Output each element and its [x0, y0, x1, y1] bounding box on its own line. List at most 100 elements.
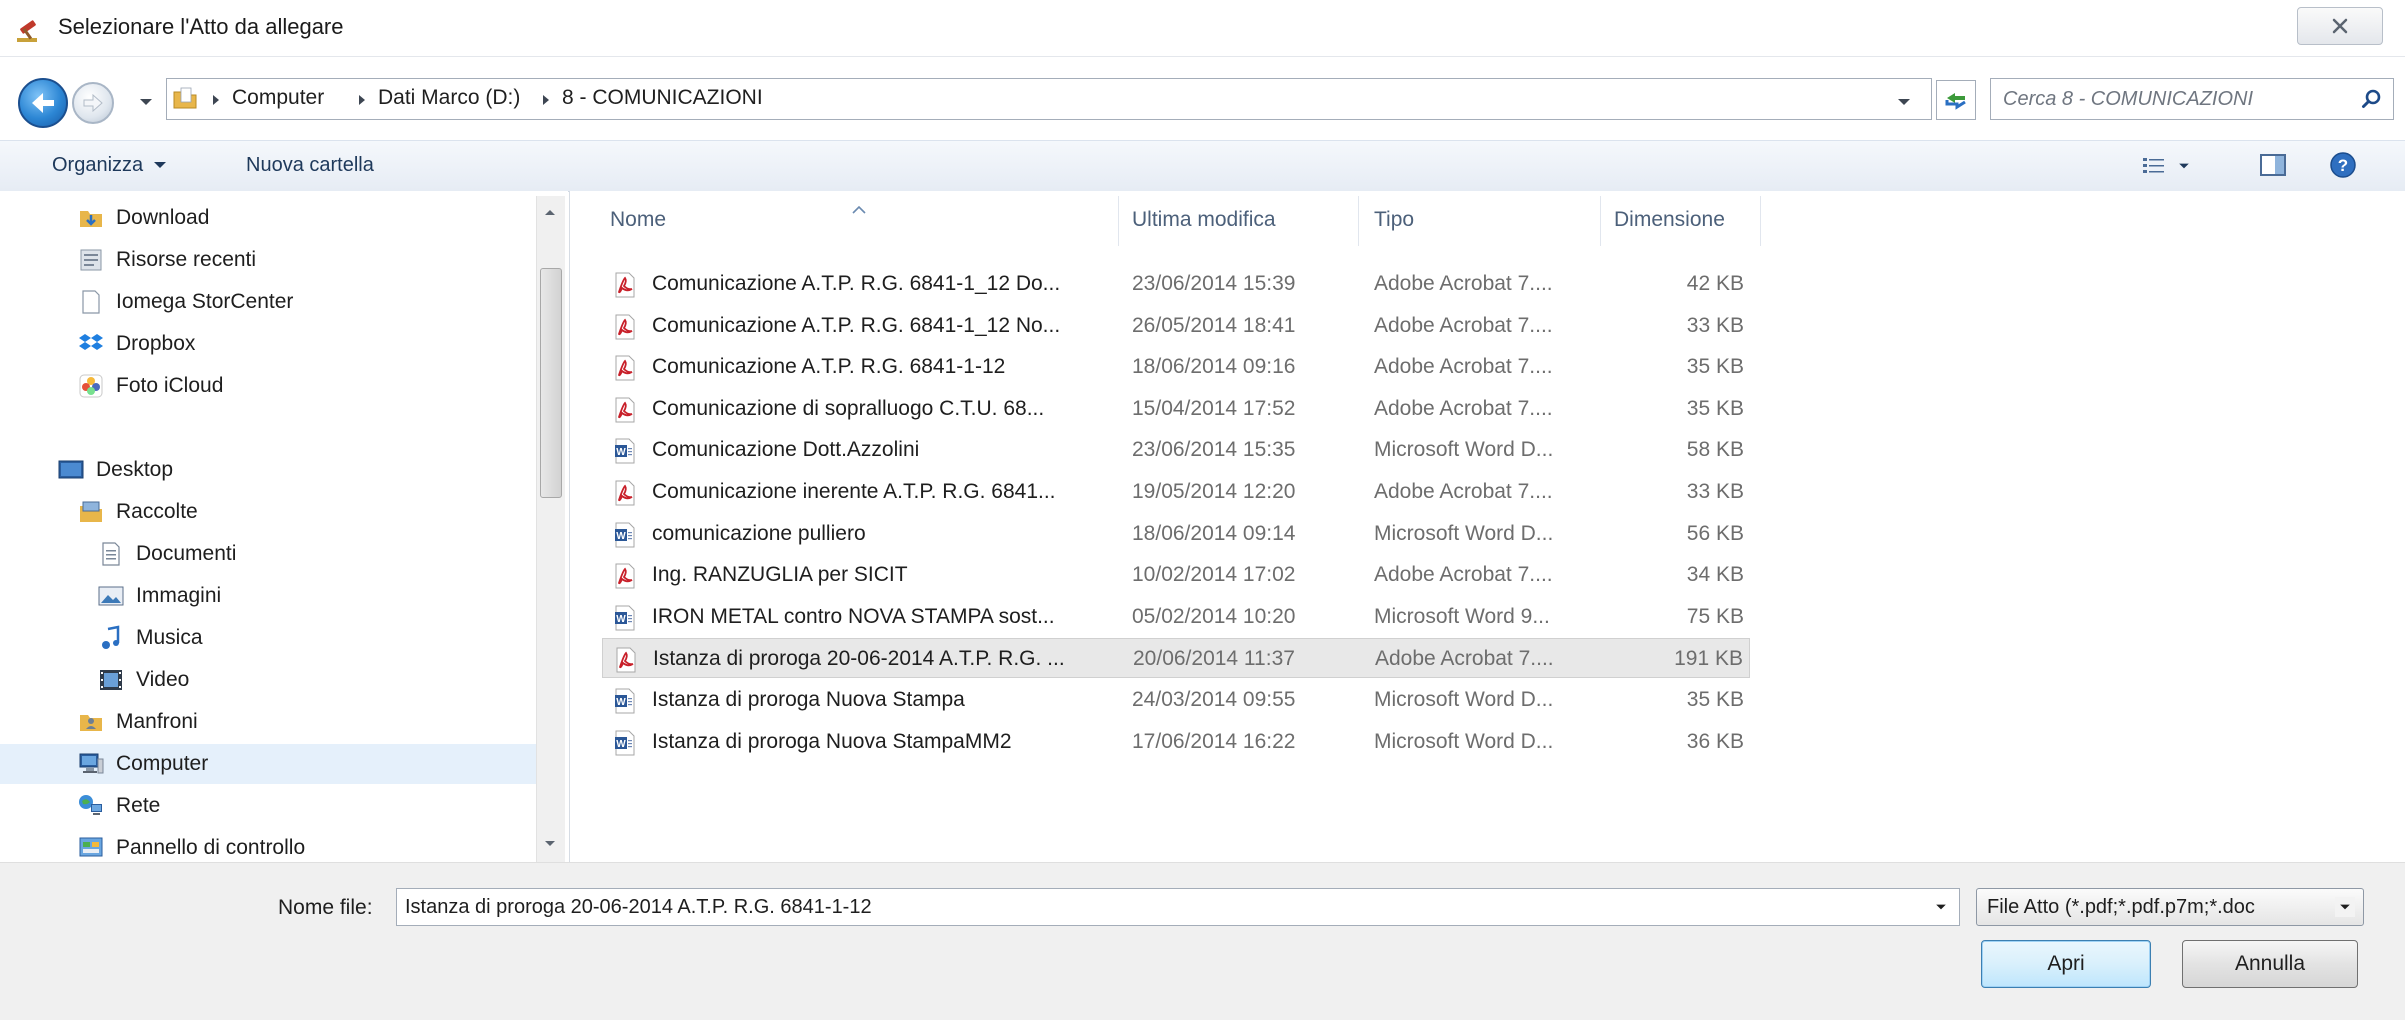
chevron-down-icon [1898, 99, 1910, 105]
file-row[interactable]: Comunicazione A.T.P. R.G. 6841-1_12 No..… [602, 306, 1750, 346]
file-modified: 18/06/2014 09:16 [1132, 355, 1296, 378]
close-button[interactable] [2297, 7, 2383, 45]
nav-item-dropbox[interactable]: Dropbox [0, 324, 536, 364]
word-file-icon: W [615, 522, 635, 548]
nav-item-videos[interactable]: Video [0, 660, 536, 700]
nav-item-iomega-storcenter[interactable]: Iomega StorCenter [0, 282, 536, 322]
breadcrumb-computer[interactable]: Computer [232, 86, 324, 110]
file-size: 35 KB [1686, 355, 1744, 378]
scroll-up-button[interactable] [536, 200, 564, 224]
column-header-size[interactable]: Dimensione [1614, 208, 1725, 232]
nav-item-label: Risorse recenti [116, 248, 257, 271]
pictures-library-icon [98, 586, 124, 606]
video-library-icon [100, 670, 122, 690]
nav-item-label: Musica [136, 626, 203, 649]
file-row[interactable]: W IRON METAL contro NOVA STAMPA sost... 05… [602, 597, 1750, 637]
file-row[interactable]: W Istanza di proroga Nuova StampaMM2 17/06… [602, 722, 1750, 762]
file-size: 36 KB [1686, 730, 1744, 753]
nav-item-network[interactable]: Rete [0, 786, 536, 826]
search-icon[interactable] [2361, 88, 2383, 110]
file-row[interactable]: W Comunicazione Dott.Azzolini 23/06/2014 1… [602, 430, 1750, 470]
change-view-button[interactable] [2136, 152, 2196, 180]
forward-button[interactable] [72, 82, 114, 124]
svg-text:W: W [616, 614, 626, 625]
column-header-name[interactable]: Nome [610, 208, 666, 232]
nav-item-user-folder[interactable]: Manfroni [0, 702, 536, 742]
file-type-selected: File Atto (*.pdf;*.pdf.p7m;*.doc [1987, 896, 2255, 918]
file-row[interactable]: Ing. RANZUGLIA per SICIT 10/02/2014 17:02… [602, 555, 1750, 595]
address-dropdown[interactable] [1892, 90, 1916, 114]
pdf-file-icon [615, 563, 635, 589]
new-folder-button[interactable]: Nuova cartella [246, 148, 374, 182]
chevron-down-icon [2179, 163, 2189, 169]
pdf-file-icon [615, 397, 635, 423]
help-button[interactable]: ? [2328, 150, 2358, 180]
file-row[interactable]: Comunicazione A.T.P. R.G. 6841-1_12 Do..… [602, 264, 1750, 304]
file-row[interactable]: Comunicazione di sopralluogo C.T.U. 68..… [602, 389, 1750, 429]
file-row[interactable]: Istanza di proroga 20-06-2014 A.T.P. R.G… [602, 638, 1750, 678]
nav-item-label: Iomega StorCenter [116, 290, 294, 313]
nav-item-computer[interactable]: Computer [0, 744, 536, 784]
file-row[interactable]: Comunicazione inerente A.T.P. R.G. 6841.… [602, 472, 1750, 512]
documents-library-icon [102, 542, 120, 566]
file-size: 58 KB [1686, 438, 1744, 461]
breadcrumb-folder[interactable]: 8 - COMUNICAZIONI [562, 86, 763, 110]
nav-item-label: Documenti [136, 542, 237, 565]
filename-combobox[interactable] [396, 888, 1960, 926]
search-input[interactable] [2003, 79, 2333, 119]
nav-item-recent-places[interactable]: Risorse recenti [0, 240, 536, 280]
file-name: Comunicazione A.T.P. R.G. 6841-1_12 Do..… [652, 272, 1061, 295]
nav-item-pictures[interactable]: Immagini [0, 576, 536, 616]
libraries-icon [80, 501, 102, 522]
organize-menu-button[interactable]: Organizza [52, 148, 167, 182]
scroll-down-button[interactable] [536, 832, 564, 856]
file-row[interactable]: Wcomunicazione pulliero 18/06/2014 09:14 M… [602, 514, 1750, 554]
column-divider[interactable] [1600, 196, 1601, 246]
nav-item-download[interactable]: Download [0, 198, 536, 238]
column-divider[interactable] [1358, 196, 1359, 246]
nav-item-libraries[interactable]: Raccolte [0, 492, 536, 532]
word-file-icon: W [615, 688, 635, 714]
pdf-file-icon [616, 647, 636, 673]
recent-locations-dropdown[interactable] [136, 92, 156, 112]
file-type: Microsoft Word D... [1374, 522, 1554, 545]
preview-pane-button[interactable] [2256, 150, 2290, 180]
file-row[interactable]: W Istanza di proroga Nuova Stampa 24/03/20… [602, 680, 1750, 720]
nav-item-label: Foto iCloud [116, 374, 224, 397]
file-type-dropdown-button[interactable] [2335, 897, 2355, 917]
file-modified: 26/05/2014 18:41 [1132, 314, 1296, 337]
filename-input[interactable] [405, 889, 1895, 925]
help-icon: ? [2330, 152, 2356, 178]
pdf-file-icon [615, 272, 635, 298]
cancel-button[interactable]: Annulla [2182, 940, 2358, 988]
file-type: Adobe Acrobat 7.... [1374, 355, 1553, 378]
column-divider[interactable] [1118, 196, 1119, 246]
filename-dropdown-button[interactable] [1931, 897, 1951, 917]
nav-item-documents[interactable]: Documenti [0, 534, 536, 574]
nav-item-label: Computer [116, 752, 209, 775]
file-type: Microsoft Word D... [1374, 730, 1554, 753]
search-box[interactable] [1990, 78, 2394, 120]
file-modified: 23/06/2014 15:39 [1132, 272, 1296, 295]
column-header-type[interactable]: Tipo [1374, 208, 1414, 232]
breadcrumb-drive[interactable]: Dati Marco (D:) [378, 86, 520, 110]
column-divider[interactable] [1760, 196, 1761, 246]
column-header-modified[interactable]: Ultima modifica [1132, 208, 1276, 232]
file-type: Adobe Acrobat 7.... [1375, 647, 1554, 670]
recent-places-icon [80, 249, 102, 271]
open-button[interactable]: Apri [1981, 940, 2151, 988]
file-row[interactable]: Comunicazione A.T.P. R.G. 6841-1-12 18/06… [602, 347, 1750, 387]
nav-item-icloud-photos[interactable]: Foto iCloud [0, 366, 536, 406]
file-name: Ing. RANZUGLIA per SICIT [652, 563, 908, 586]
back-button[interactable] [18, 78, 68, 128]
scrollbar-thumb[interactable] [540, 268, 562, 498]
svg-text:W: W [616, 447, 626, 458]
details-view-icon [2143, 158, 2164, 173]
file-type-select[interactable]: File Atto (*.pdf;*.pdf.p7m;*.doc [1976, 888, 2364, 926]
refresh-button[interactable] [1936, 80, 1976, 120]
file-size: 42 KB [1686, 272, 1744, 295]
file-size: 56 KB [1686, 522, 1744, 545]
file-type: Adobe Acrobat 7.... [1374, 397, 1553, 420]
nav-item-music[interactable]: Musica [0, 618, 536, 658]
nav-item-desktop[interactable]: Desktop [0, 450, 536, 490]
